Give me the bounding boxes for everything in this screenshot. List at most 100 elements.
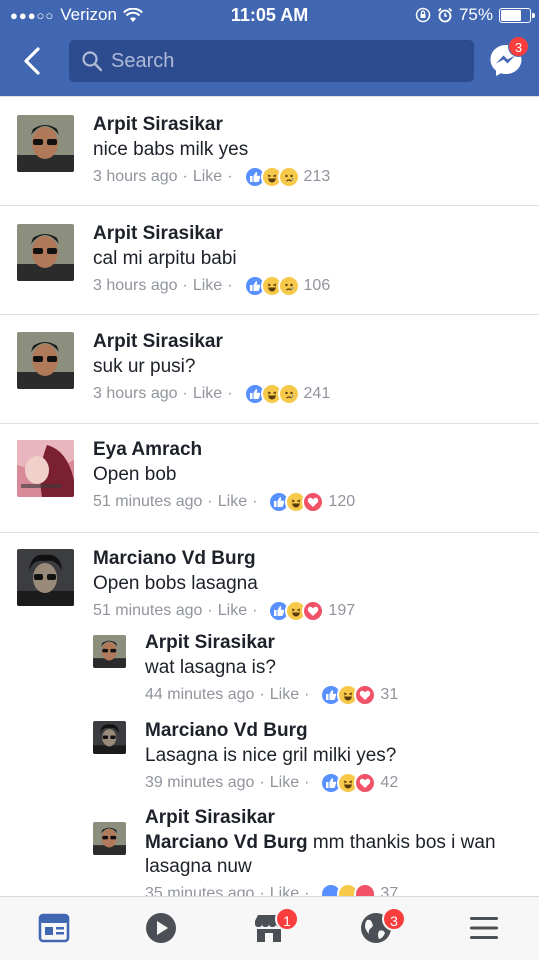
comment-meta: 3 hours ago · Like · 213 [93, 166, 330, 188]
author-name[interactable]: Arpit Sirasikar [93, 331, 223, 353]
messenger-badge: 3 [508, 36, 529, 57]
avatar[interactable] [17, 224, 74, 281]
reaction-icons[interactable] [320, 772, 377, 794]
comment-item: Arpit Sirasikar cal mi arpitu babi 3 hou… [0, 205, 539, 313]
author-name[interactable]: Arpit Sirasikar [93, 114, 223, 136]
comment-text: suk ur pusi? [93, 356, 196, 377]
status-right: 75% [415, 5, 535, 25]
comment-meta: 3 hours ago · Like · 241 [93, 383, 330, 405]
sad-icon [277, 383, 300, 405]
comment-meta: 51 minutes ago · Like · 197 [93, 600, 355, 622]
timestamp: 39 minutes ago [145, 774, 255, 791]
bottom-tab-bar: 1 3 [0, 896, 539, 960]
reaction-count[interactable]: 31 [380, 686, 398, 704]
love-icon [302, 491, 325, 513]
reply-text-line-2: lasagna nuw [145, 856, 252, 877]
notifications-badge: 3 [382, 907, 406, 931]
comment-text: Open bobs lasagna [93, 573, 258, 594]
alarm-icon [437, 7, 453, 23]
comment-item: Arpit Sirasikar nice babs milk yes 3 hou… [0, 96, 539, 204]
timestamp: 51 minutes ago [93, 602, 203, 619]
author-name[interactable]: Marciano Vd Burg [93, 548, 256, 570]
menu-icon[interactable] [467, 911, 501, 945]
like-button[interactable]: Like [270, 774, 299, 792]
comment-meta: 3 hours ago · Like · 106 [93, 275, 330, 297]
reply-text: Lasagna is nice gril milki yes? [145, 745, 397, 766]
reply-author-name[interactable]: Marciano Vd Burg [145, 720, 308, 742]
search-icon [82, 51, 103, 72]
reaction-icons[interactable] [243, 383, 300, 405]
reaction-icons[interactable] [243, 166, 300, 188]
reply-meta: 39 minutes ago · Like · 42 [145, 772, 398, 794]
reply-author-name[interactable]: Arpit Sirasikar [145, 632, 275, 654]
reaction-count[interactable]: 197 [328, 602, 355, 620]
love-icon [354, 772, 377, 794]
like-button[interactable]: Like [193, 385, 222, 403]
like-button[interactable]: Like [270, 885, 299, 896]
love-icon [354, 883, 377, 896]
search-bar[interactable]: Search [69, 40, 474, 82]
battery-icon [499, 7, 535, 23]
comment-meta: 51 minutes ago · Like · 120 [93, 491, 355, 513]
mention-link[interactable]: Marciano Vd Burg [145, 832, 308, 853]
avatar[interactable] [17, 549, 74, 606]
news-feed-icon[interactable] [37, 911, 71, 945]
timestamp: 3 hours ago [93, 277, 178, 294]
timestamp: 3 hours ago [93, 168, 178, 185]
reply-avatar[interactable] [93, 635, 126, 668]
sad-icon [277, 275, 300, 297]
like-button[interactable]: Like [218, 493, 247, 511]
reaction-count[interactable]: 106 [304, 277, 331, 295]
timestamp: 3 hours ago [93, 385, 178, 402]
reaction-count[interactable]: 120 [328, 493, 355, 511]
like-button[interactable]: Like [218, 602, 247, 620]
reaction-count[interactable]: 42 [380, 774, 398, 792]
like-button[interactable]: Like [193, 277, 222, 295]
comment-item: Arpit Sirasikar suk ur pusi? 3 hours ago… [0, 314, 539, 422]
comment-text: Open bob [93, 464, 177, 485]
avatar[interactable] [17, 440, 74, 497]
reply-text: wat lasagna is? [145, 657, 276, 678]
reaction-count[interactable]: 213 [304, 168, 331, 186]
top-header: ●●●○○ Verizon 11:05 AM 75% Search [0, 0, 539, 96]
avatar[interactable] [17, 332, 74, 389]
reaction-count[interactable]: 37 [380, 885, 398, 896]
reply-text-line-1: Marciano Vd Burg mm thankis bos i wan [145, 832, 496, 854]
author-name[interactable]: Arpit Sirasikar [93, 223, 223, 245]
sad-icon [277, 166, 300, 188]
reaction-icons[interactable] [268, 600, 325, 622]
status-bar: ●●●○○ Verizon 11:05 AM 75% [0, 0, 539, 30]
back-arrow-icon[interactable] [18, 46, 48, 76]
timestamp: 44 minutes ago [145, 686, 255, 703]
reply-text-content: mm thankis bos i wan [312, 832, 496, 853]
love-icon [302, 600, 325, 622]
battery-fill [501, 9, 521, 21]
reaction-icons[interactable] [268, 491, 325, 513]
video-play-icon[interactable] [144, 911, 178, 945]
author-name[interactable]: Eya Amrach [93, 439, 202, 461]
reply-meta: 35 minutes ago · Like · 37 [145, 883, 398, 896]
love-icon [354, 684, 377, 706]
like-button[interactable]: Like [193, 168, 222, 186]
avatar[interactable] [17, 115, 74, 172]
reaction-icons[interactable] [243, 275, 300, 297]
comment-list[interactable]: Arpit Sirasikar nice babs milk yes 3 hou… [0, 96, 539, 896]
search-placeholder: Search [111, 49, 175, 72]
rotation-lock-icon [415, 7, 431, 23]
comment-text: nice babs milk yes [93, 139, 249, 160]
timestamp: 35 minutes ago [145, 885, 255, 896]
reaction-count[interactable]: 241 [304, 385, 331, 403]
reaction-icons[interactable] [320, 684, 377, 706]
reaction-icons[interactable] [320, 883, 377, 896]
comment-item: Marciano Vd Burg Open bobs lasagna 51 mi… [0, 532, 539, 896]
reply-avatar[interactable] [93, 721, 126, 754]
reply-author-name[interactable]: Arpit Sirasikar [145, 807, 275, 829]
like-button[interactable]: Like [270, 686, 299, 704]
battery-percent: 75% [458, 5, 493, 24]
comment-text: cal mi arpitu babi [93, 248, 237, 269]
marketplace-badge: 1 [275, 907, 299, 931]
nav-bar: Search [0, 40, 539, 82]
reply-meta: 44 minutes ago · Like · 31 [145, 684, 398, 706]
reply-avatar[interactable] [93, 822, 126, 855]
comment-item: Eya Amrach Open bob 51 minutes ago · Like ·… [0, 423, 539, 531]
